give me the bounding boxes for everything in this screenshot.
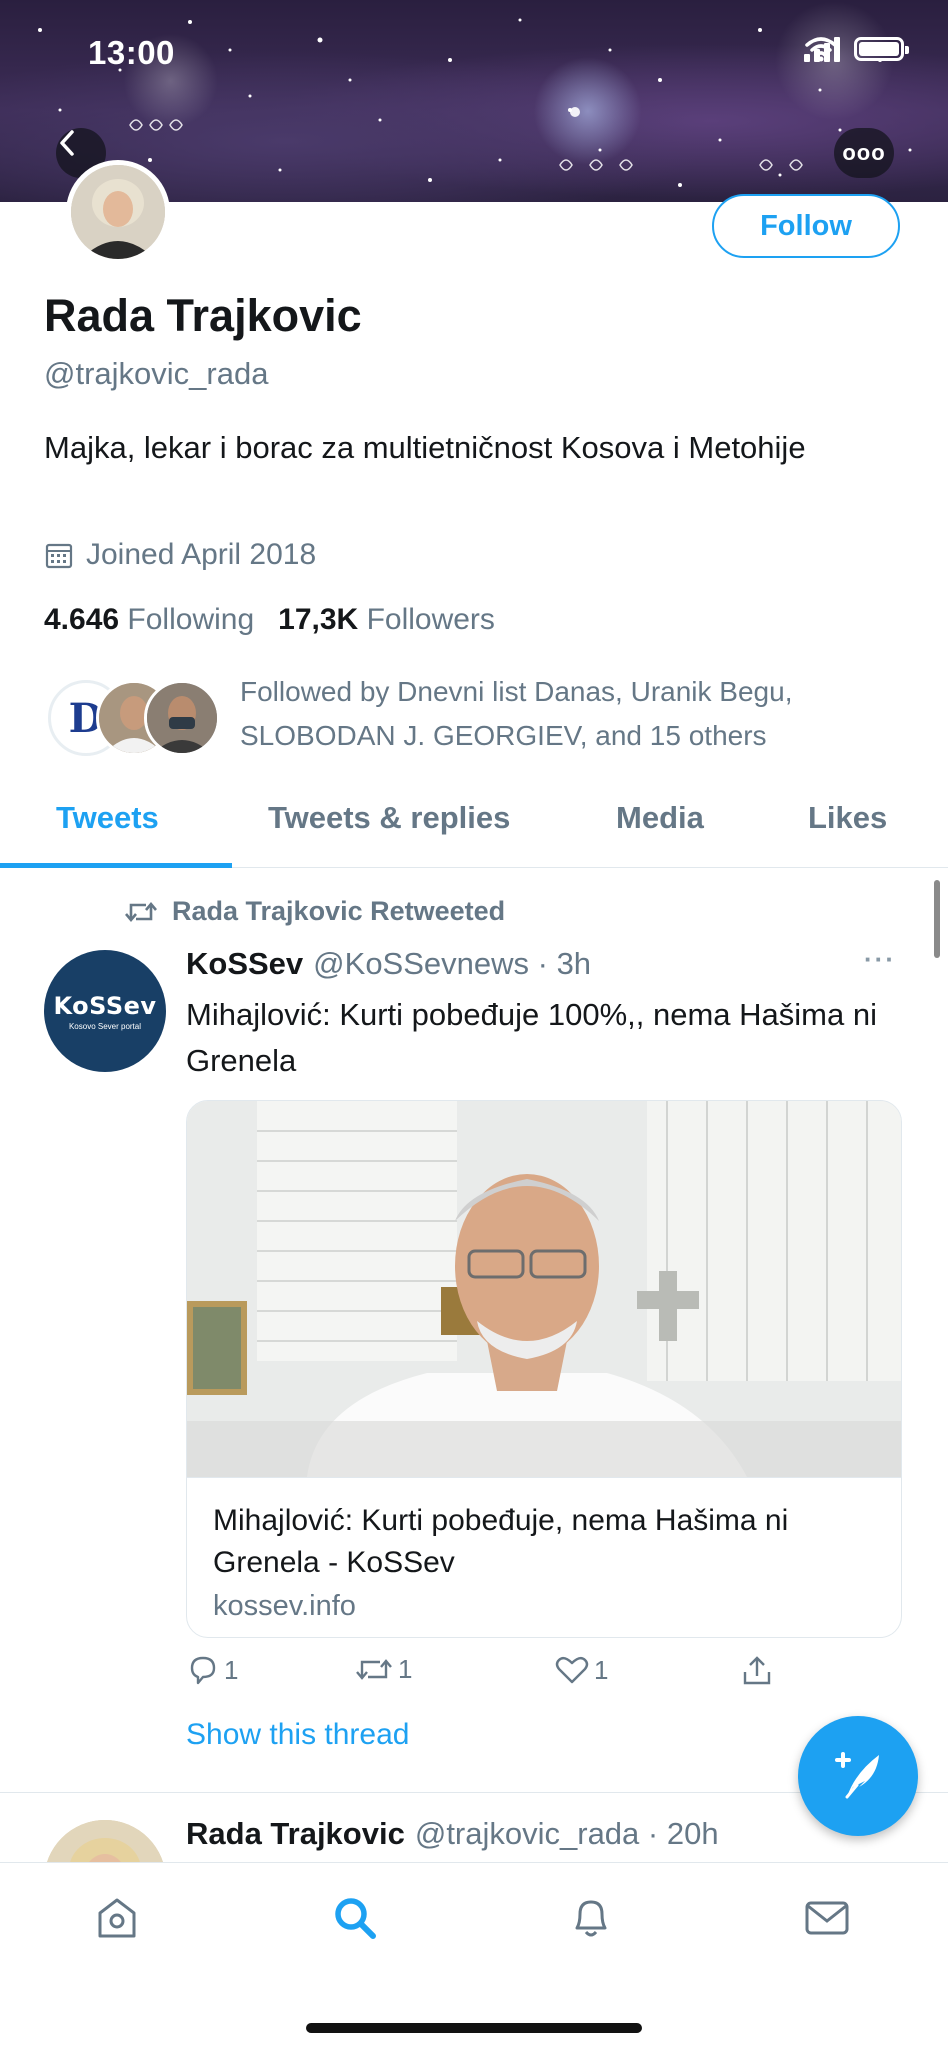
bottom-navigation [0, 1862, 948, 2048]
tweet-author-avatar[interactable]: KoSSev Kosovo Sever portal [44, 950, 166, 1072]
followers-count: 17,3K [278, 603, 359, 636]
tweet-header: Rada Trajkovic @trajkovic_rada · 20h [186, 1816, 719, 1852]
tweet-header: KoSSev @KoSSevnews · 3h [186, 946, 591, 982]
compose-feather-icon [835, 1752, 879, 1799]
profile-avatar[interactable] [66, 160, 170, 264]
status-icons [804, 36, 909, 62]
tweet-author-name[interactable]: Rada Trajkovic [186, 1816, 405, 1852]
home-icon [98, 1898, 136, 1938]
link-card-domain: kossev.info [213, 1590, 356, 1622]
reply-button[interactable]: 1 [186, 1654, 238, 1686]
profile-bio: Majka, lekar i borac za multietničnost K… [44, 430, 806, 465]
calendar-icon [45, 543, 73, 569]
retweet-label: Rada Trajkovic Retweeted [172, 896, 506, 926]
followed-by-avatars[interactable]: D [48, 680, 220, 756]
reply-icon [190, 1656, 216, 1685]
followers-link[interactable]: 17,3K Followers [278, 603, 495, 637]
compose-tweet-button[interactable] [798, 1716, 918, 1836]
profile-tabs: Tweets Tweets & replies Media Likes [0, 790, 948, 868]
wifi-icon [805, 37, 837, 62]
follow-counts: 4.646 Following 17,3K Followers [44, 603, 495, 637]
profile-handle: @trajkovic_rada [44, 356, 269, 391]
battery-icon [854, 37, 909, 61]
nav-home[interactable] [90, 1891, 144, 1945]
tweet-author-meta: @KoSSevnews · 3h [313, 946, 592, 981]
following-count: 4.646 [44, 603, 120, 636]
following-link[interactable]: 4.646 Following [44, 603, 254, 637]
joined-date: Joined April 2018 [44, 538, 316, 572]
retweet-icon [125, 901, 157, 922]
link-card-title: Mihajlović: Kurti pobeđuje, nema Hašima … [213, 1504, 789, 1579]
nav-search[interactable] [328, 1891, 382, 1945]
nav-notifications[interactable] [564, 1891, 618, 1945]
tweet-text: Mihajlović: Kurti pobeđuje 100%,, nema H… [186, 997, 877, 1078]
nav-messages[interactable] [800, 1891, 854, 1945]
tweet-more-button[interactable]: ··· [864, 944, 896, 975]
link-card-body: Mihajlović: Kurti pobeđuje, nema Hašima … [187, 1477, 901, 1637]
tab-tweets[interactable]: Tweets [56, 800, 159, 836]
scrollbar[interactable] [934, 880, 940, 958]
kossev-logo-subtitle: Kosovo Sever portal [68, 1021, 142, 1031]
mail-icon [805, 1901, 849, 1935]
status-time: 13:00 [88, 34, 175, 71]
retweet-indicator: Rada Trajkovic Retweeted [124, 896, 505, 927]
followers-label: Followers [366, 603, 495, 636]
tab-media[interactable]: Media [616, 800, 704, 836]
like-count: 1 [594, 1654, 609, 1685]
more-options-button[interactable]: ooo [834, 128, 894, 178]
tweet-author-name[interactable]: KoSSev [186, 946, 303, 982]
like-button[interactable]: 1 [554, 1654, 608, 1686]
following-label: Following [127, 603, 255, 636]
retweet-button[interactable]: 1 [354, 1654, 412, 1685]
search-icon [335, 1898, 376, 1939]
link-card-image [187, 1101, 901, 1477]
show-thread-link[interactable]: Show this thread [186, 1718, 409, 1752]
reply-count: 1 [224, 1654, 239, 1685]
retweet-count: 1 [398, 1654, 413, 1684]
retweet-action-icon [356, 1658, 392, 1680]
tweet-actions: 1 1 1 [186, 1654, 806, 1698]
tab-likes[interactable]: Likes [808, 800, 887, 836]
tab-tweets-replies[interactable]: Tweets & replies [268, 800, 510, 836]
active-tab-indicator [0, 863, 232, 868]
followed-avatar-georgiev [144, 680, 220, 756]
share-icon [743, 1656, 771, 1685]
bell-icon [575, 1900, 607, 1937]
followed-by-text[interactable]: Followed by Dnevni list Danas, Uranik Be… [240, 670, 880, 758]
joined-label: Joined April 2018 [86, 538, 317, 571]
profile-display-name: Rada Trajkovic [44, 290, 362, 341]
avatar-portrait [71, 165, 165, 259]
home-indicator[interactable] [306, 2023, 642, 2033]
link-card[interactable]: Mihajlović: Kurti pobeđuje, nema Hašima … [186, 1100, 902, 1638]
kossev-logo: KoSSev [53, 991, 157, 1020]
chevron-left-icon [60, 130, 74, 156]
tweet-author-meta: @trajkovic_rada · 20h [414, 1816, 719, 1851]
heart-icon [555, 1656, 589, 1684]
share-button[interactable] [740, 1654, 774, 1688]
follow-button[interactable]: Follow [712, 194, 900, 258]
